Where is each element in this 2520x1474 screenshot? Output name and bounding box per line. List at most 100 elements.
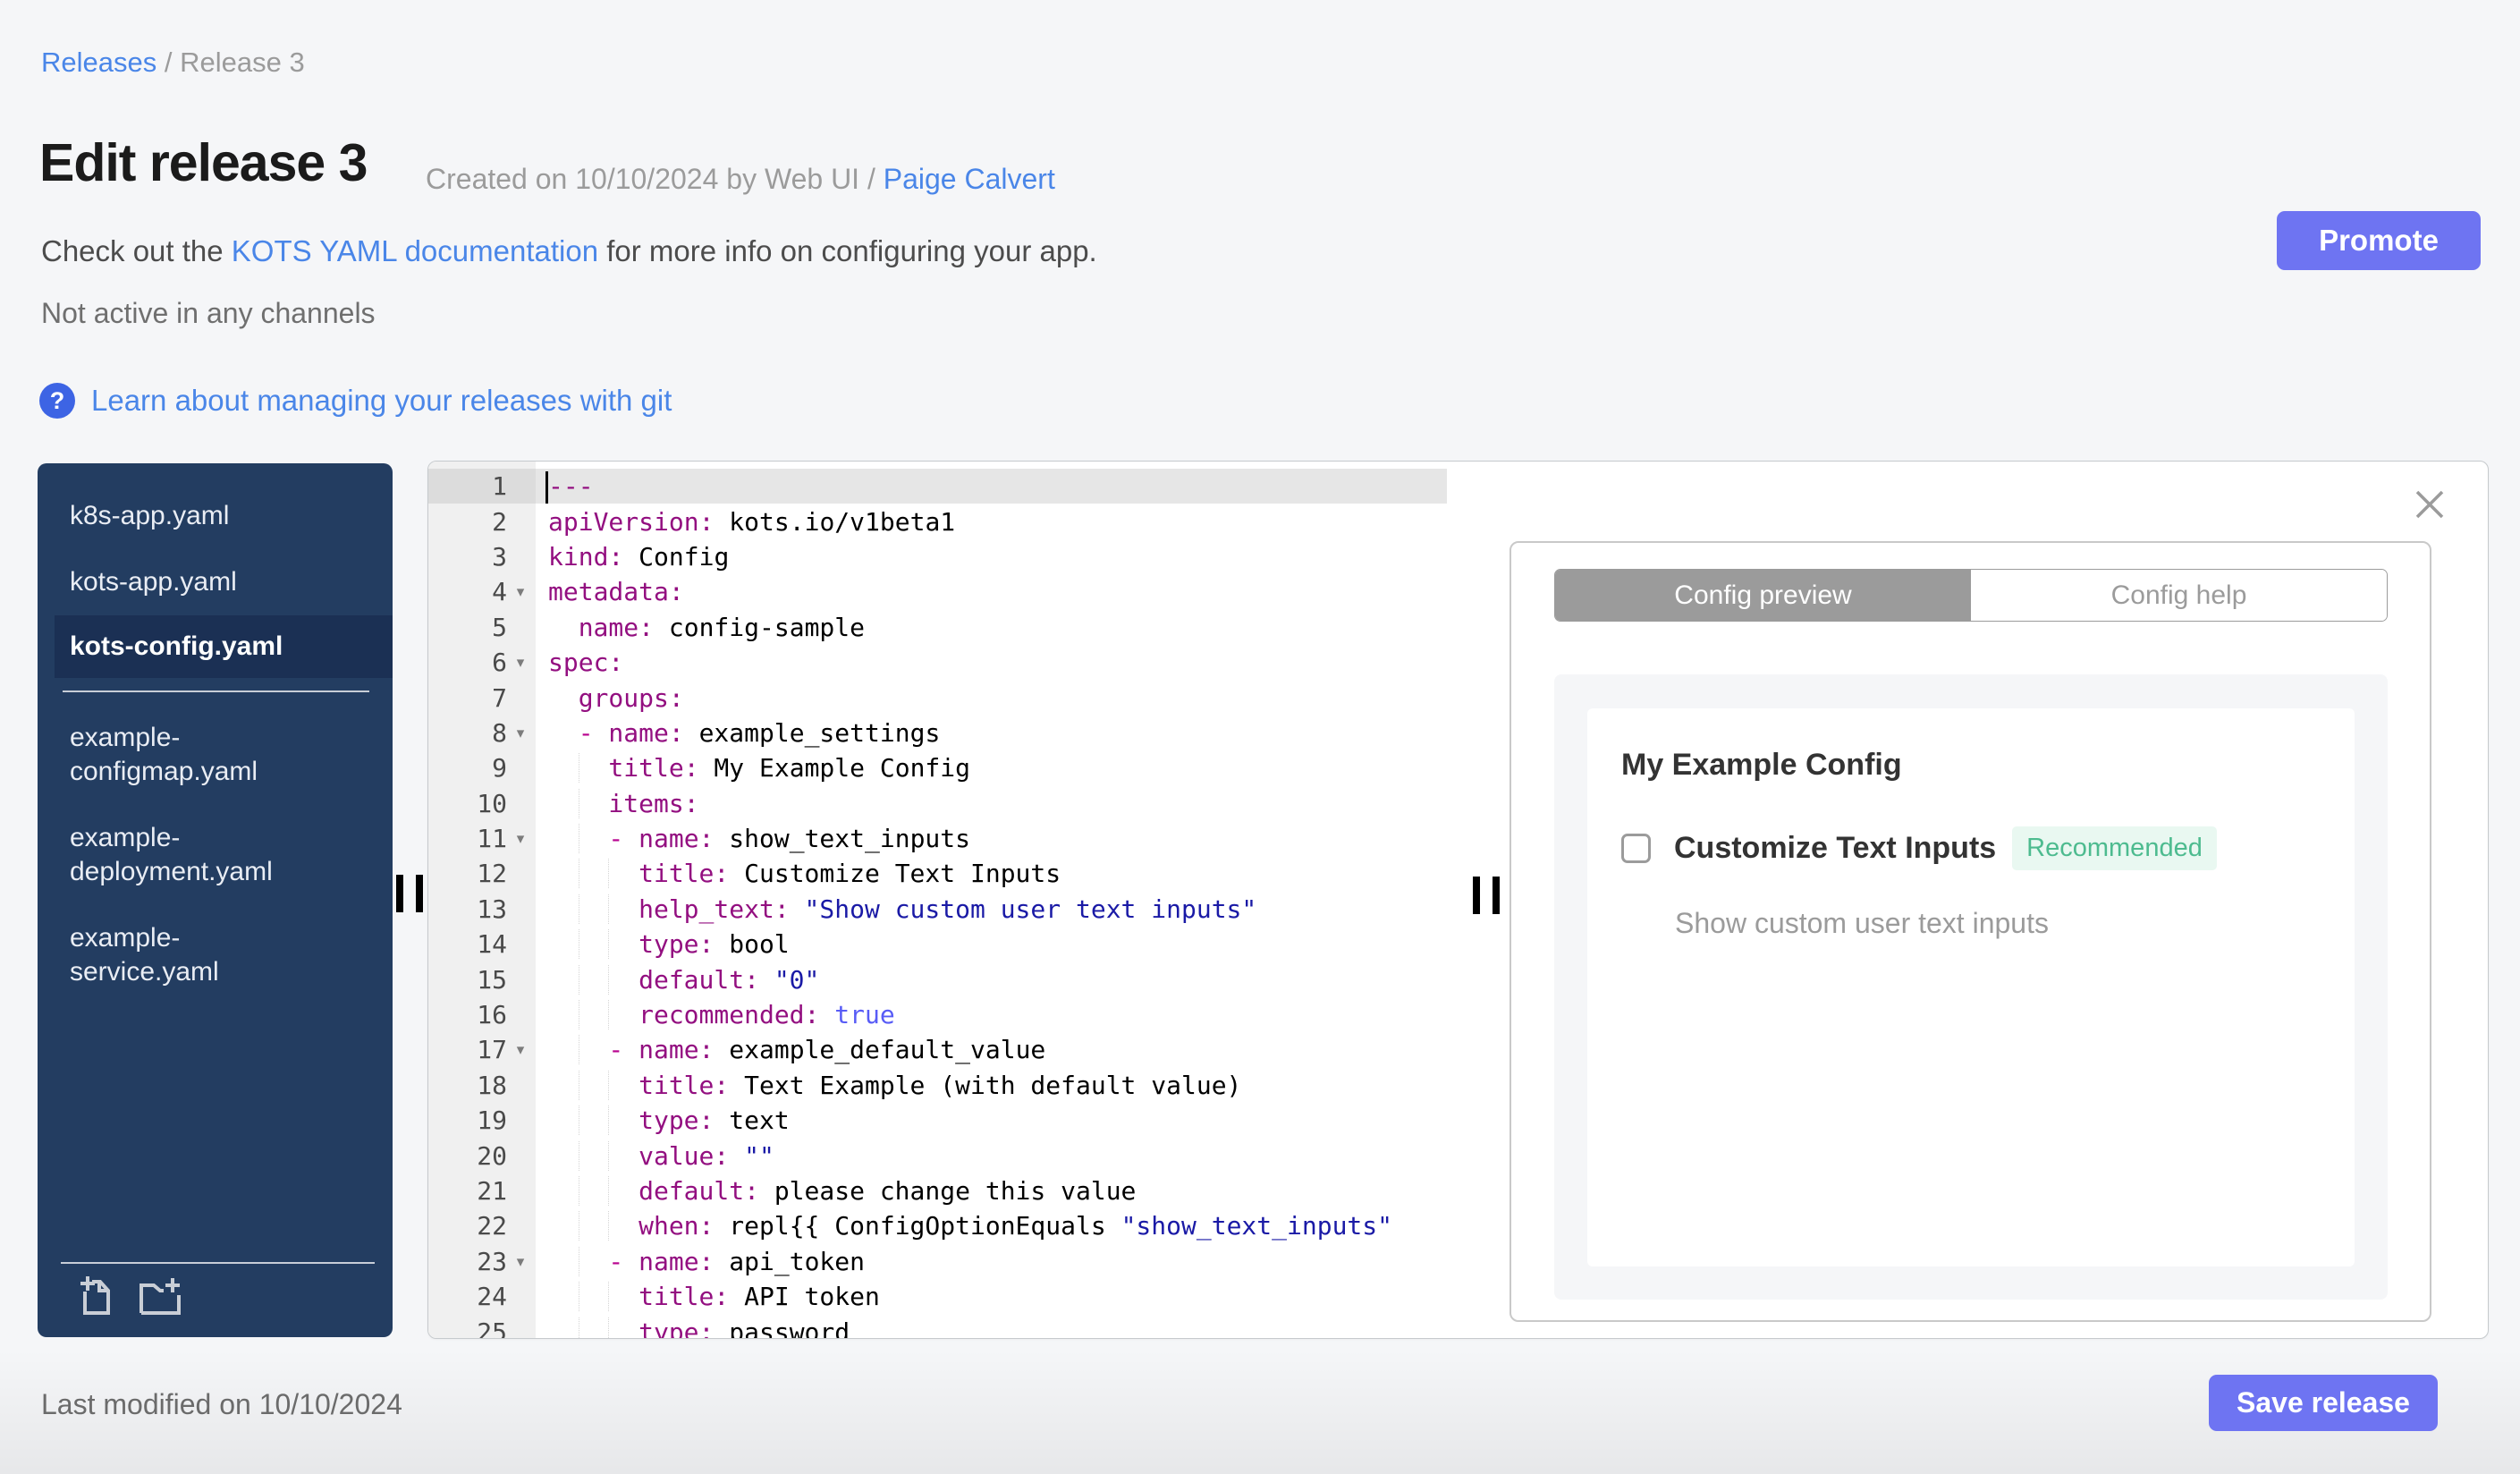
code-line[interactable]: 24 title: API token [428,1279,1447,1314]
file-item[interactable]: example-deployment.yaml [38,805,346,905]
line-number: 25 [477,1317,507,1338]
code-line[interactable]: 11 ▾ - name: show_text_inputs [428,821,1447,856]
line-number: 20 [477,1140,507,1171]
breadcrumb-releases-link[interactable]: Releases [41,47,156,78]
recommended-badge: Recommended [2012,826,2217,870]
code-line[interactable]: 1 --- [428,469,1447,504]
fold-arrow-icon[interactable]: ▾ [507,655,534,670]
file-item[interactable]: kots-config.yaml [55,615,393,678]
promote-button[interactable]: Promote [2277,211,2481,270]
code-line[interactable]: 15 default: "0" [428,961,1447,996]
fold-arrow-icon[interactable]: ▾ [507,1254,534,1269]
fold-arrow-icon[interactable]: ▾ [507,725,534,741]
line-number: 4 [492,577,507,607]
code-line[interactable]: 21 default: please change this value [428,1173,1447,1208]
code-line[interactable]: 3 kind: Config [428,539,1447,574]
line-number: 18 [477,1070,507,1100]
line-number: 1 [492,471,507,502]
code-line[interactable]: 8 ▾ - name: example_settings [428,716,1447,750]
file-list: k8s-app.yaml kots-app.yaml kots-config.yam… [38,463,393,1005]
line-number: 22 [477,1211,507,1241]
line-number: 14 [477,929,507,960]
file-sidebar: k8s-app.yaml kots-app.yaml kots-config.yam… [38,463,393,1337]
last-modified-text: Last modified on 10/10/2024 [41,1388,402,1420]
code-line[interactable]: 13 help_text: "Show custom user text inp… [428,892,1447,927]
resize-bar [1473,877,1480,914]
line-number: 15 [477,964,507,995]
resize-bar [396,875,403,912]
code-line[interactable]: 10 items: [428,786,1447,821]
file-item[interactable]: kots-app.yaml [38,549,346,615]
sidebar-bottom-divider [61,1262,375,1264]
code-text: type: text [536,1106,790,1136]
sidebar-resize-handle[interactable] [396,875,423,912]
preview-resize-handle[interactable] [1473,877,1500,914]
kots-docs-link[interactable]: KOTS YAML documentation [232,234,598,267]
docs-line: Check out the KOTS YAML documentation fo… [41,234,1097,268]
line-number: 3 [492,541,507,572]
code-line[interactable]: 18 title: Text Example (with default val… [428,1068,1447,1103]
code-line[interactable]: 9 title: My Example Config [428,750,1447,785]
author-link[interactable]: Paige Calvert [884,163,1055,195]
line-number: 5 [492,612,507,642]
git-releases-link[interactable]: Learn about managing your releases with … [91,384,672,418]
code-text: spec: [548,648,624,678]
fold-arrow-icon[interactable]: ▾ [507,831,534,846]
code-line[interactable]: 20 value: "" [428,1138,1447,1173]
file-item[interactable]: example-service.yaml [38,905,346,1005]
code-text: when: repl{{ ConfigOptionEquals "show_te… [536,1211,1392,1241]
release-editor-page: Releases / Release 3 Edit release 3 Crea… [0,0,2520,1474]
code-line[interactable]: 23 ▾ - name: api_token [428,1244,1447,1279]
code-line[interactable]: 19 type: text [428,1103,1447,1138]
config-item-row: Customize Text Inputs Recommended [1621,826,2217,870]
code-line[interactable]: 4 ▾ metadata: [428,574,1447,609]
code-line[interactable]: 7 groups: [428,680,1447,715]
code-line[interactable]: 14 type: bool [428,927,1447,961]
code-line[interactable]: 2 apiVersion: kots.io/v1beta1 [428,504,1447,538]
code-text: kind: Config [548,541,730,572]
code-text: --- [548,471,594,502]
editor-preview-card: 1 --- 2 apiVersion: kots.io/v1beta1 3 kind: C… [427,461,2489,1339]
line-number: 11 [477,824,507,854]
yaml-editor[interactable]: 1 --- 2 apiVersion: kots.io/v1beta1 3 kind: C… [428,462,1447,1338]
code-line[interactable]: 12 title: Customize Text Inputs [428,856,1447,891]
new-file-icon[interactable] [73,1274,116,1323]
line-number: 7 [492,682,507,713]
code-text: - name: example_default_value [536,1035,1045,1065]
config-item-label[interactable]: Customize Text Inputs [1674,831,1996,866]
line-number: 23 [477,1246,507,1276]
code-text: default: please change this value [536,1176,1136,1206]
customize-text-inputs-checkbox[interactable] [1621,834,1651,863]
code-line[interactable]: 17 ▾ - name: example_default_value [428,1032,1447,1067]
line-number: 13 [477,894,507,924]
git-help-row: ? Learn about managing your releases wit… [39,383,672,419]
tab-config-preview[interactable]: Config preview [1555,570,1971,621]
code-text: recommended: true [536,1000,895,1030]
code-text: metadata: [548,577,684,607]
code-text: - name: api_token [536,1246,865,1276]
new-folder-icon[interactable] [136,1274,184,1323]
config-group-title: My Example Config [1621,748,1902,782]
file-item[interactable]: example-configmap.yaml [38,705,346,805]
config-card: My Example Config Customize Text Inputs … [1587,708,2355,1266]
code-line[interactable]: 25 type: password [428,1314,1447,1338]
line-number: 17 [477,1035,507,1065]
resize-bar [416,875,423,912]
line-number: 10 [477,788,507,818]
tab-config-help[interactable]: Config help [1971,570,2387,621]
close-icon[interactable] [2410,485,2449,524]
code-line[interactable]: 22 when: repl{{ ConfigOptionEquals "show… [428,1208,1447,1243]
sidebar-divider [63,690,369,692]
code-rows: 1 --- 2 apiVersion: kots.io/v1beta1 3 kind: C… [428,469,1447,1338]
code-line[interactable]: 5 name: config-sample [428,610,1447,645]
code-line[interactable]: 6 ▾ spec: [428,645,1447,680]
fold-arrow-icon[interactable]: ▾ [507,1042,534,1057]
file-item[interactable]: k8s-app.yaml [38,483,346,549]
sidebar-actions [73,1274,184,1323]
fold-arrow-icon[interactable]: ▾ [507,584,534,599]
code-line[interactable]: 16 recommended: true [428,997,1447,1032]
code-text: - name: show_text_inputs [536,824,970,854]
breadcrumb: Releases / Release 3 [41,47,305,79]
code-text: - name: example_settings [578,717,941,748]
save-release-button[interactable]: Save release [2209,1375,2438,1431]
